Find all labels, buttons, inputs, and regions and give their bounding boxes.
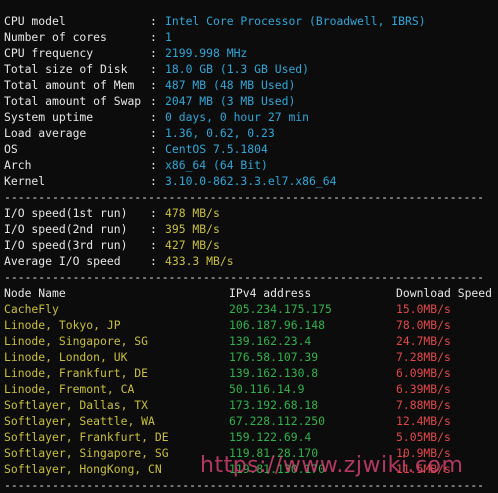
terminal-window[interactable]: CPU model : Intel Core Processor (Broadw… bbox=[0, 0, 498, 492]
network-row-name: Softlayer, Seattle, WA bbox=[4, 414, 155, 428]
network-row-speed: 10.9MB/s bbox=[396, 446, 451, 460]
sysinfo-value-cpu-model: Intel Core Processor (Broadwell, IBRS) bbox=[165, 14, 426, 28]
network-row-name: Linode, Frankfurt, DE bbox=[4, 366, 149, 380]
network-row-ip: 119.81.130.170 bbox=[229, 462, 326, 476]
sysinfo-value-arch: x86_64 (64 Bit) bbox=[165, 158, 268, 172]
network-row-speed: 7.28MB/s bbox=[396, 350, 451, 364]
network-row-speed: 15.0MB/s bbox=[396, 302, 451, 316]
sysinfo-colon: : bbox=[150, 110, 157, 124]
network-header-speed: Download Speed bbox=[396, 286, 493, 300]
sysinfo-value-disk: 18.0 GB (1.3 GB Used) bbox=[165, 62, 310, 76]
network-row-ip: 106.187.96.148 bbox=[229, 318, 326, 332]
network-row-name: Linode, Tokyo, JP bbox=[4, 318, 121, 332]
io-label-run2: I/O speed(2nd run) bbox=[4, 222, 128, 236]
sysinfo-label-kernel: Kernel bbox=[4, 174, 46, 188]
network-row-ip: 173.192.68.18 bbox=[229, 398, 319, 412]
sysinfo-colon: : bbox=[150, 126, 157, 140]
network-row-ip: 139.162.23.4 bbox=[229, 334, 312, 348]
sysinfo-label-load: Load average bbox=[4, 126, 87, 140]
sysinfo-label-os: OS bbox=[4, 142, 18, 156]
sysinfo-colon: : bbox=[150, 142, 157, 156]
network-row-ip: 50.116.14.9 bbox=[229, 382, 305, 396]
io-colon: : bbox=[150, 238, 157, 252]
io-label-run3: I/O speed(3rd run) bbox=[4, 238, 128, 252]
network-row-speed: 11.5MB/s bbox=[396, 462, 451, 476]
io-value-average: 433.3 MB/s bbox=[165, 254, 234, 268]
sysinfo-value-kernel: 3.10.0-862.3.3.el7.x86_64 bbox=[165, 174, 337, 188]
sysinfo-colon: : bbox=[150, 158, 157, 172]
io-value-run1: 478 MB/s bbox=[165, 206, 220, 220]
sysinfo-colon: : bbox=[150, 14, 157, 28]
sysinfo-colon: : bbox=[150, 62, 157, 76]
network-row-name: Linode, Fremont, CA bbox=[4, 382, 135, 396]
separator-line: ----------------------------------------… bbox=[4, 190, 485, 204]
network-row-ip: 67.228.112.250 bbox=[229, 414, 326, 428]
network-row-name: Linode, London, UK bbox=[4, 350, 128, 364]
sysinfo-colon: : bbox=[150, 94, 157, 108]
sysinfo-value-os: CentOS 7.5.1804 bbox=[165, 142, 268, 156]
network-header-name: Node Name bbox=[4, 286, 66, 300]
sysinfo-label-cores: Number of cores bbox=[4, 30, 107, 44]
sysinfo-label-cpu-model: CPU model bbox=[4, 14, 66, 28]
network-row-name: Softlayer, Frankfurt, DE bbox=[4, 430, 169, 444]
network-header-ip: IPv4 address bbox=[229, 286, 312, 300]
io-colon: : bbox=[150, 222, 157, 236]
io-value-run2: 395 MB/s bbox=[165, 222, 220, 236]
io-value-run3: 427 MB/s bbox=[165, 238, 220, 252]
network-row-ip: 159.122.69.4 bbox=[229, 430, 312, 444]
network-row-speed: 6.09MB/s bbox=[396, 366, 451, 380]
network-row-name: Linode, Singapore, SG bbox=[4, 334, 149, 348]
sysinfo-value-swap: 2047 MB (3 MB Used) bbox=[165, 94, 296, 108]
network-row-ip: 176.58.107.39 bbox=[229, 350, 319, 364]
sysinfo-label-arch: Arch bbox=[4, 158, 32, 172]
network-row-ip: 205.234.175.175 bbox=[229, 302, 332, 316]
io-label-average: Average I/O speed bbox=[4, 254, 121, 268]
network-row-speed: 5.05MB/s bbox=[396, 430, 451, 444]
io-colon: : bbox=[150, 206, 157, 220]
network-row-speed: 24.7MB/s bbox=[396, 334, 451, 348]
separator-line: ----------------------------------------… bbox=[4, 478, 485, 492]
sysinfo-label-mem: Total amount of Mem bbox=[4, 78, 135, 92]
network-row-name: Softlayer, HongKong, CN bbox=[4, 462, 162, 476]
sysinfo-label-cpu-frequency: CPU frequency bbox=[4, 46, 94, 60]
io-label-run1: I/O speed(1st run) bbox=[4, 206, 128, 220]
sysinfo-value-uptime: 0 days, 0 hour 27 min bbox=[165, 110, 310, 124]
network-row-ip: 119.81.28.170 bbox=[229, 446, 319, 460]
sysinfo-label-uptime: System uptime bbox=[4, 110, 94, 124]
network-row-speed: 7.88MB/s bbox=[396, 398, 451, 412]
sysinfo-colon: : bbox=[150, 46, 157, 60]
sysinfo-label-swap: Total amount of Swap bbox=[4, 94, 142, 108]
sysinfo-label-disk: Total size of Disk bbox=[4, 62, 128, 76]
network-row-speed: 6.39MB/s bbox=[396, 382, 451, 396]
sysinfo-colon: : bbox=[150, 174, 157, 188]
network-row-name: CacheFly bbox=[4, 302, 59, 316]
io-colon: : bbox=[150, 254, 157, 268]
sysinfo-value-load: 1.36, 0.62, 0.23 bbox=[165, 126, 275, 140]
network-row-speed: 12.4MB/s bbox=[396, 414, 451, 428]
network-row-speed: 78.0MB/s bbox=[396, 318, 451, 332]
separator-line: ----------------------------------------… bbox=[4, 270, 485, 284]
sysinfo-value-mem: 487 MB (48 MB Used) bbox=[165, 78, 296, 92]
network-row-name: Softlayer, Dallas, TX bbox=[4, 398, 149, 412]
sysinfo-colon: : bbox=[150, 30, 157, 44]
sysinfo-colon: : bbox=[150, 78, 157, 92]
network-row-name: Softlayer, Singapore, SG bbox=[4, 446, 169, 460]
network-row-ip: 139.162.130.8 bbox=[229, 366, 319, 380]
sysinfo-value-cores: 1 bbox=[165, 30, 172, 44]
sysinfo-value-cpu-frequency: 2199.998 MHz bbox=[165, 46, 248, 60]
